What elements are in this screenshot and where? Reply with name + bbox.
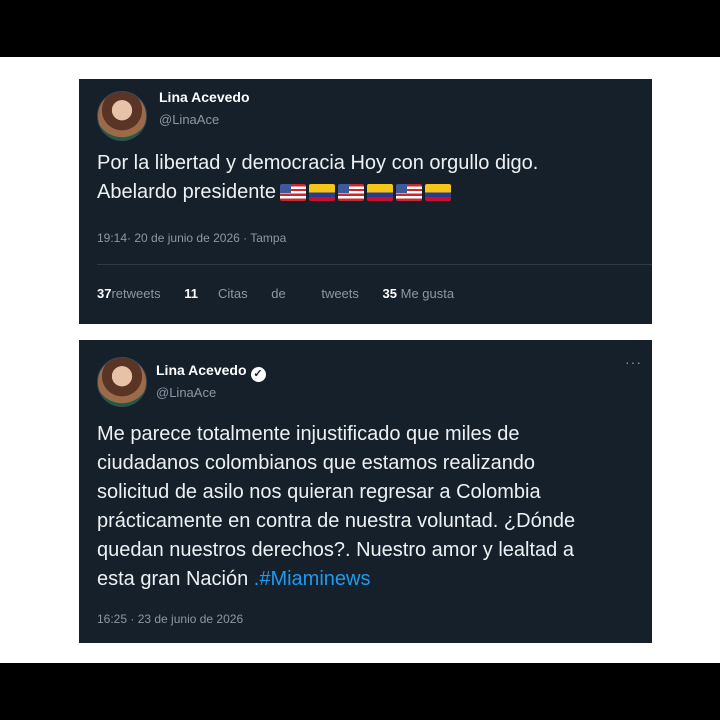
tweet-text-fragment: esta gran Nación: [97, 568, 249, 590]
tweet-text: Por la libertad y democracia Hoy con org…: [97, 149, 634, 210]
tweet-text-line: ciudadanos colombianos que estamos reali…: [97, 452, 536, 474]
likes-count: 35: [382, 286, 397, 301]
screenshot-collage: Lina Acevedo @LinaAce Por la libertad y …: [0, 57, 720, 663]
us-flag-icon: [396, 184, 423, 201]
colombia-flag-icon: [367, 184, 394, 201]
quotes-label-word: tweets: [321, 286, 359, 301]
quotes-label-word: de: [271, 286, 286, 301]
colombia-flag-icon: [309, 184, 336, 201]
tweet-text-line: Abelardo presidente: [97, 178, 634, 210]
tweet-timestamp[interactable]: 16:25 · 23 de junio de 2026: [97, 612, 243, 626]
retweets-label: retweets: [111, 286, 161, 301]
likes-stat[interactable]: 35 Me gusta: [383, 286, 455, 301]
quotes-label: Citas: [217, 286, 248, 301]
author-handle[interactable]: @LinaAce: [159, 112, 219, 127]
avatar[interactable]: [97, 357, 147, 407]
tweet-timestamp[interactable]: 19:14· 20 de junio de 2026 · Tampa: [97, 231, 286, 245]
tweet-text-line: prácticamente en contra de nuestra volun…: [97, 510, 576, 532]
tweet-text: Me parece totalmente injustificado que m…: [97, 420, 634, 594]
tweet-card-1: Lina Acevedo @LinaAce Por la libertad y …: [79, 79, 652, 324]
tweet-text-line: Me parece totalmente injustificado que m…: [97, 423, 520, 445]
author-name[interactable]: Lina Acevedo: [159, 89, 250, 105]
divider: [97, 264, 652, 265]
quotes-count: 11: [184, 286, 198, 301]
hashtag-link[interactable]: .#Miaminews: [254, 568, 371, 590]
tweet-text-line: solicitud de asilo nos quieran regresar …: [97, 481, 541, 503]
retweets-count: 37: [97, 286, 112, 301]
colombia-flag-icon: [425, 184, 452, 201]
retweets-stat[interactable]: 37retweets: [97, 286, 161, 301]
tweet-text-line: esta gran Nación .#Miaminews: [97, 565, 634, 594]
tweet-card-2: Lina Acevedo ✓ @LinaAce ··· Me parece tot…: [79, 340, 652, 643]
author-name-text: Lina Acevedo: [156, 362, 247, 378]
tweet-stats: 37retweets 11 Citas de tweets 35 Me gusta: [97, 286, 454, 301]
us-flag-icon: [338, 184, 365, 201]
flag-emoji-group: [280, 181, 454, 210]
us-flag-icon: [280, 184, 307, 201]
author-name[interactable]: Lina Acevedo ✓: [156, 362, 266, 382]
avatar[interactable]: [97, 91, 147, 141]
verified-badge-icon: ✓: [250, 367, 266, 382]
author-handle[interactable]: @LinaAce: [156, 385, 216, 400]
likes-label: Me gusta: [400, 286, 455, 301]
more-options-icon[interactable]: ···: [625, 354, 642, 370]
tweet-text-line: Por la libertad y democracia Hoy con org…: [97, 152, 539, 174]
tweet-text-fragment: Abelardo presidente: [97, 181, 277, 203]
tweet-text-line: quedan nuestros derechos?. Nuestro amor …: [97, 539, 574, 561]
quotes-stat[interactable]: 11 Citas: [184, 286, 247, 301]
